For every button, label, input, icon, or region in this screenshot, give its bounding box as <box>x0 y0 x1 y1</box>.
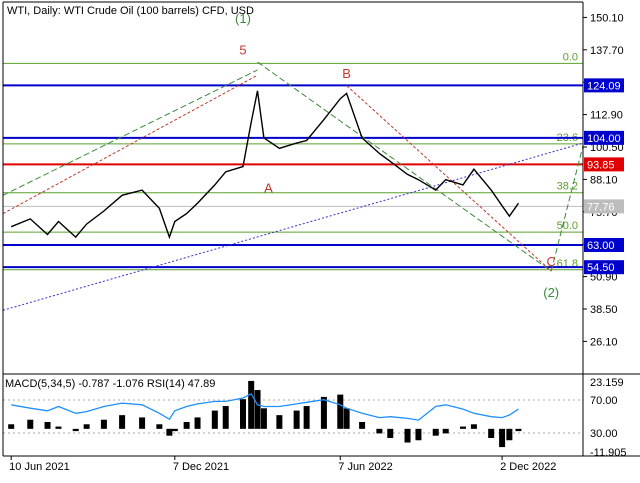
trading-chart-window[interactable]: 0.023.638.250.061.8 150.10137.70125.3011… <box>0 0 640 480</box>
macd-bar <box>194 417 201 429</box>
level-tag-label: 93.85 <box>587 159 615 171</box>
indicator-tick-label: 70.00 <box>590 395 618 407</box>
macd-bar <box>359 421 366 429</box>
macd-bar <box>83 424 90 429</box>
macd-bar <box>415 428 422 441</box>
macd-bar <box>404 428 411 443</box>
price-tick-label: 38.50 <box>590 304 618 316</box>
time-tick-label: 7 Jun 2022 <box>338 461 392 473</box>
current-price-tag-label: 77.76 <box>587 201 615 213</box>
wave-label: C <box>546 254 555 269</box>
macd-bar <box>27 419 34 429</box>
macd-bar <box>276 415 283 429</box>
macd-bar <box>254 390 261 429</box>
wave-label: A <box>264 181 273 196</box>
macd-bar <box>156 424 163 429</box>
macd-bar <box>337 394 344 429</box>
macd-bar <box>119 415 126 429</box>
price-chart-canvas[interactable]: 0.023.638.250.061.8 150.10137.70125.3011… <box>0 0 640 480</box>
price-tick-label: 150.10 <box>590 12 624 24</box>
macd-bar <box>240 399 246 429</box>
fib-level-label: 38.2 <box>557 181 578 193</box>
macd-bar <box>442 428 449 434</box>
macd-bar <box>100 419 107 429</box>
indicator-tick-label: -11.905 <box>590 447 627 459</box>
macd-bar <box>515 428 522 432</box>
level-tag-label: 63.00 <box>587 240 615 252</box>
time-tick-label: 7 Dec 2021 <box>173 461 229 473</box>
macd-bar <box>499 428 506 448</box>
macd-bar <box>139 417 146 429</box>
macd-bar <box>303 406 310 429</box>
macd-bar <box>343 408 350 429</box>
price-tick-label: 88.10 <box>590 174 618 186</box>
macd-bar <box>432 428 439 436</box>
time-tick-label: 10 Jun 2021 <box>9 461 70 473</box>
price-tick-label: 137.70 <box>590 45 624 57</box>
wave-label: B <box>342 66 351 81</box>
chart-title: WTI, Daily: WTI Crude Oil (100 barrels) … <box>7 5 254 17</box>
macd-bar <box>260 408 267 429</box>
macd-bar <box>183 421 190 429</box>
indicator-tick-label: 23.159 <box>590 377 624 389</box>
price-tick-label: 26.10 <box>590 336 618 348</box>
price-tick-label: 112.90 <box>590 110 623 122</box>
macd-bar <box>506 428 513 441</box>
macd-bar <box>320 396 327 429</box>
macd-bar <box>166 428 173 436</box>
macd-bar <box>171 428 178 432</box>
macd-bar <box>8 424 15 429</box>
macd-bar <box>72 428 79 432</box>
time-tick-label: 2 Dec 2022 <box>500 461 556 473</box>
indicator-tick-label: 30.00 <box>590 428 618 440</box>
level-tag-label: 124.09 <box>587 80 621 92</box>
macd-bar <box>248 380 255 429</box>
wave-label: (2) <box>543 285 559 300</box>
wave-label: 5 <box>239 42 246 57</box>
macd-bar <box>470 424 477 429</box>
level-tag-label: 104.00 <box>587 133 621 145</box>
chart-background <box>0 0 640 480</box>
fib-level-label: 0.0 <box>563 51 578 63</box>
macd-bar <box>387 428 394 438</box>
macd-bar <box>44 421 51 429</box>
macd-bar <box>488 428 495 438</box>
macd-bar <box>460 426 466 429</box>
macd-bar <box>376 428 383 434</box>
macd-bar <box>55 426 62 429</box>
fib-level-label: 50.0 <box>557 220 578 232</box>
macd-bar <box>222 406 229 429</box>
macd-bar <box>293 410 300 429</box>
macd-bar <box>211 410 218 429</box>
indicator-title: MACD(5,34,5) -0.787 -1.076 RSI(14) 47.89 <box>5 378 216 390</box>
level-tag-label: 54.50 <box>587 262 615 274</box>
